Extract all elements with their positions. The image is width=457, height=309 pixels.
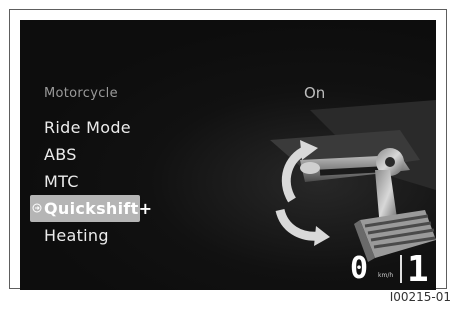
menu-item-quickshift[interactable]: Quickshift+: [30, 195, 152, 222]
speed-unit: km/h: [378, 272, 394, 279]
menu-list: Ride Mode ABS MTC Quickshift+ Heating: [30, 114, 154, 249]
gear-divider: [400, 255, 402, 283]
arrow-right-icon: [30, 195, 44, 222]
figure-id: I00215-01: [389, 290, 451, 304]
menu-item-abs[interactable]: ABS: [44, 141, 154, 168]
gear-shift-pedal-illustration: [270, 100, 436, 262]
menu-item-heating[interactable]: Heating: [44, 222, 154, 249]
menu-header: Motorcycle: [44, 86, 118, 101]
dashboard-screen: Motorcycle On Ride Mode ABS MTC Quickshi…: [20, 20, 436, 290]
menu-item-mtc[interactable]: MTC: [44, 168, 154, 195]
speed-value: 0: [350, 251, 369, 286]
gear-value: 1: [407, 249, 429, 290]
menu-item-ride-mode[interactable]: Ride Mode: [44, 114, 154, 141]
